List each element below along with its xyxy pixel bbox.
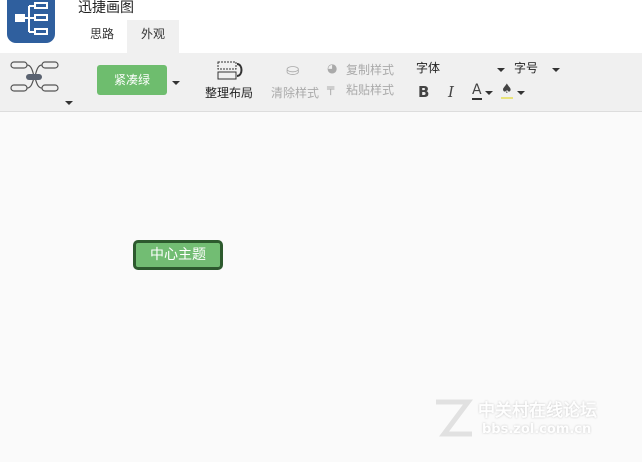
font-color-button[interactable]: A bbox=[470, 82, 494, 102]
theme-dropdown-icon[interactable] bbox=[172, 81, 180, 85]
font-label: 字体 bbox=[416, 61, 441, 75]
watermark-line1: 中关村在线论坛 bbox=[478, 401, 597, 421]
font-select[interactable]: 字体 bbox=[412, 58, 508, 78]
paste-style-label: 粘贴样式 bbox=[346, 83, 395, 97]
copy-style-label: 复制样式 bbox=[346, 63, 395, 77]
font-size-select[interactable]: 字号 bbox=[511, 58, 563, 78]
palette-icon: ◕ bbox=[327, 61, 338, 75]
fill-color-button[interactable]: ♠ bbox=[500, 82, 528, 102]
theme-button[interactable]: 紧凑绿 bbox=[97, 65, 167, 95]
paint-roller-icon: ╤ bbox=[327, 81, 335, 95]
watermark-line2: bbs.zol.com.cn bbox=[482, 422, 592, 437]
chevron-down-icon bbox=[497, 68, 505, 72]
paste-style-button[interactable]: ╤ 粘贴样式 bbox=[327, 81, 399, 97]
mindmap-structure-icon bbox=[10, 61, 59, 92]
arrange-icon bbox=[217, 61, 243, 80]
font-size-label: 字号 bbox=[514, 61, 539, 75]
bold-button[interactable]: B bbox=[418, 83, 429, 101]
app-logo-icon bbox=[7, 0, 55, 43]
arrange-layout-button[interactable]: 整理布局 bbox=[203, 58, 255, 104]
paint-bucket-icon: ♠ bbox=[501, 82, 513, 99]
tab-appearance[interactable]: 外观 bbox=[127, 20, 179, 53]
app-title: 迅捷画图 bbox=[78, 0, 134, 16]
toolbar: 紧凑绿 整理布局 ⛀ 清除样式 ◕ 复制样式 ╤ 粘贴样式 字体 字号 B I … bbox=[0, 53, 642, 112]
arrange-label: 整理布局 bbox=[205, 86, 254, 100]
zol-logo-icon bbox=[436, 399, 473, 437]
chevron-down-icon bbox=[485, 91, 493, 95]
clear-style-button[interactable]: ⛀ 清除样式 bbox=[270, 58, 322, 104]
layout-structure-button[interactable] bbox=[8, 59, 74, 107]
italic-button[interactable]: I bbox=[448, 83, 454, 101]
chevron-down-icon bbox=[65, 101, 73, 105]
title-bar: 迅捷画图 思路 外观 bbox=[0, 0, 642, 53]
clear-style-label: 清除样式 bbox=[271, 86, 320, 100]
central-topic-node[interactable]: 中心主题 bbox=[133, 240, 223, 270]
font-color-icon: A bbox=[472, 82, 482, 100]
watermark: 中关村在线论坛 bbs.zol.com.cn bbox=[432, 396, 597, 444]
broom-icon: ⛀ bbox=[286, 60, 300, 79]
copy-style-button[interactable]: ◕ 复制样式 bbox=[327, 61, 399, 77]
tab-ideas[interactable]: 思路 bbox=[76, 20, 128, 53]
chevron-down-icon bbox=[552, 68, 560, 72]
chevron-down-icon bbox=[517, 91, 525, 95]
